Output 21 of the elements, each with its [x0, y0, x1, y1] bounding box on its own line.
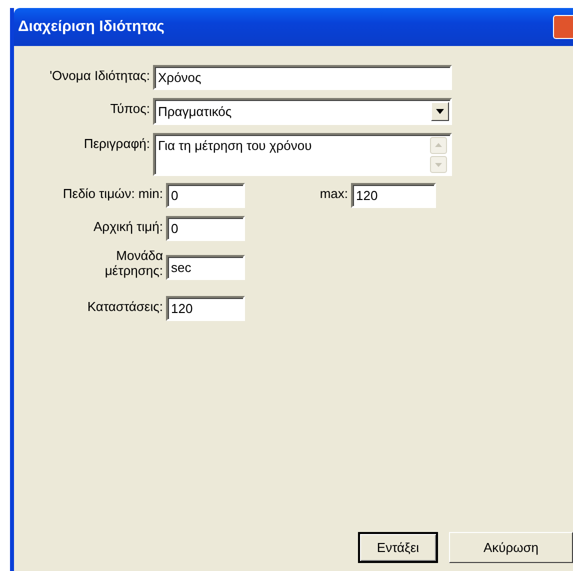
max-field[interactable]: 120	[351, 183, 436, 208]
textarea-value: Για τη μέτρηση του χρόνου	[158, 137, 312, 155]
close-icon[interactable]	[553, 15, 573, 39]
field-label: Πεδίο τιμών: min:	[62, 185, 164, 202]
field-label: Τύπος:	[109, 100, 151, 117]
field-label: Περιγραφή:	[82, 135, 151, 152]
field-label: Καταστάσεις:	[86, 298, 164, 315]
field-label: Αρχική τιμή:	[92, 218, 164, 235]
field-label: Μονάδα μέτρησης:	[104, 249, 164, 279]
window-title: Διαχείριση Ιδιότητας	[18, 16, 164, 37]
text-field[interactable]: sec	[166, 255, 245, 280]
ok-button[interactable]: Εντάξει	[358, 532, 438, 563]
dropdown-field[interactable]: Πραγματικός	[153, 98, 452, 125]
cancel-button[interactable]: Ακύρωση	[449, 532, 573, 563]
field-label: 'Ονομα Ιδιότητας:	[48, 67, 151, 84]
text-field[interactable]: 0	[166, 216, 245, 241]
field-label: max:	[318, 185, 349, 202]
text-field[interactable]: Χρόνος	[153, 65, 452, 90]
dropdown-value: Πραγματικός	[158, 102, 232, 120]
min-field[interactable]: 0	[166, 183, 245, 208]
text-field[interactable]: 120	[166, 296, 245, 321]
